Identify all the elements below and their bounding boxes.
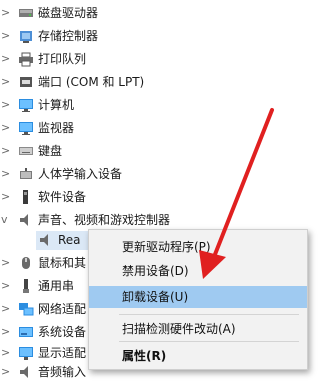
hid-icon bbox=[18, 166, 34, 182]
menu-separator bbox=[119, 314, 299, 315]
menu-item-properties[interactable]: 属性(R) bbox=[89, 346, 307, 366]
chevron-right-icon[interactable]: > bbox=[1, 256, 11, 270]
tree-item-label: 存储控制器 bbox=[38, 29, 99, 43]
tree-item-label: 键盘 bbox=[38, 144, 63, 158]
audio-input-icon bbox=[18, 364, 34, 380]
chevron-right-icon[interactable]: > bbox=[1, 325, 11, 339]
port-icon bbox=[18, 74, 34, 90]
tree-item-label: 显示适配 bbox=[38, 346, 87, 360]
speaker-icon bbox=[38, 232, 54, 248]
tree-item-print-queues[interactable]: > 打印队列 bbox=[0, 49, 321, 69]
chevron-right-icon[interactable]: > bbox=[1, 6, 11, 20]
menu-item-label: 禁用设备(D) bbox=[122, 264, 189, 278]
chevron-right-icon[interactable]: > bbox=[1, 144, 11, 158]
menu-item-uninstall-device[interactable]: 卸载设备(U) bbox=[89, 286, 307, 308]
chevron-down-icon[interactable]: v bbox=[1, 213, 11, 227]
tree-item-hid[interactable]: > 人体学输入设备 bbox=[0, 164, 321, 184]
chevron-right-icon[interactable]: > bbox=[1, 279, 11, 293]
chevron-right-icon[interactable]: > bbox=[1, 190, 11, 204]
menu-item-label: 更新驱动程序(P) bbox=[122, 240, 211, 254]
menu-item-disable-device[interactable]: 禁用设备(D) bbox=[89, 261, 307, 281]
storage-controller-icon bbox=[18, 28, 34, 44]
tree-item-label: 系统设备 bbox=[38, 325, 87, 339]
chevron-right-icon[interactable]: > bbox=[1, 167, 11, 181]
menu-item-scan-hardware[interactable]: 扫描检测硬件改动(A) bbox=[89, 319, 307, 339]
printer-icon bbox=[18, 51, 34, 67]
tree-item-sound-video-game[interactable]: v 声音、视频和游戏控制器 bbox=[0, 210, 321, 230]
chevron-right-icon[interactable]: > bbox=[1, 121, 11, 135]
tree-item-label: 软件设备 bbox=[38, 190, 87, 204]
tree-item-label: 网络适配 bbox=[38, 302, 87, 316]
mouse-icon bbox=[18, 255, 34, 271]
software-device-icon bbox=[18, 189, 34, 205]
tree-item-label: 磁盘驱动器 bbox=[38, 6, 99, 20]
tree-item-storage-controllers[interactable]: > 存储控制器 bbox=[0, 26, 321, 46]
chevron-right-icon[interactable]: > bbox=[1, 52, 11, 66]
display-adapter-icon bbox=[18, 345, 34, 361]
menu-separator bbox=[119, 341, 299, 342]
context-menu: 更新驱动程序(P) 禁用设备(D) 卸载设备(U) 扫描检测硬件改动(A) 属性… bbox=[88, 229, 308, 370]
chevron-right-icon[interactable]: > bbox=[1, 98, 11, 112]
tree-item-ports[interactable]: > 端口 (COM 和 LPT) bbox=[0, 72, 321, 92]
speaker-icon bbox=[18, 212, 34, 228]
keyboard-icon bbox=[18, 143, 34, 159]
monitor-icon bbox=[18, 120, 34, 136]
tree-item-computer[interactable]: > 计算机 bbox=[0, 95, 321, 115]
system-device-icon bbox=[18, 324, 34, 340]
chevron-right-icon[interactable]: > bbox=[1, 75, 11, 89]
menu-item-label: 卸载设备(U) bbox=[122, 290, 189, 304]
tree-item-label: Rea bbox=[58, 233, 81, 247]
tree-item-keyboards[interactable]: > 键盘 bbox=[0, 141, 321, 161]
menu-item-label: 扫描检测硬件改动(A) bbox=[122, 322, 236, 336]
computer-icon bbox=[18, 97, 34, 113]
tree-item-label: 声音、视频和游戏控制器 bbox=[38, 213, 171, 227]
tree-item-label: 通用串 bbox=[38, 279, 75, 293]
menu-item-update-driver[interactable]: 更新驱动程序(P) bbox=[89, 237, 307, 257]
tree-item-label: 打印队列 bbox=[38, 52, 87, 66]
chevron-right-icon[interactable]: > bbox=[1, 302, 11, 316]
menu-item-label: 属性(R) bbox=[122, 349, 167, 363]
chevron-right-icon[interactable]: > bbox=[1, 365, 11, 379]
tree-item-label: 鼠标和其 bbox=[38, 256, 87, 270]
tree-item-label: 音频输入 bbox=[38, 365, 87, 379]
network-adapter-icon bbox=[18, 301, 34, 317]
usb-icon bbox=[18, 278, 34, 294]
tree-item-monitors[interactable]: > 监视器 bbox=[0, 118, 321, 138]
tree-item-label: 端口 (COM 和 LPT) bbox=[38, 75, 145, 89]
chevron-right-icon[interactable]: > bbox=[1, 346, 11, 360]
tree-item-label: 监视器 bbox=[38, 121, 75, 135]
disk-drive-icon bbox=[18, 5, 34, 21]
tree-item-disk-drives[interactable]: > 磁盘驱动器 bbox=[0, 3, 321, 23]
chevron-right-icon[interactable]: > bbox=[1, 29, 11, 43]
tree-item-software-devices[interactable]: > 软件设备 bbox=[0, 187, 321, 207]
tree-item-label: 人体学输入设备 bbox=[38, 167, 123, 181]
tree-item-label: 计算机 bbox=[38, 98, 75, 112]
